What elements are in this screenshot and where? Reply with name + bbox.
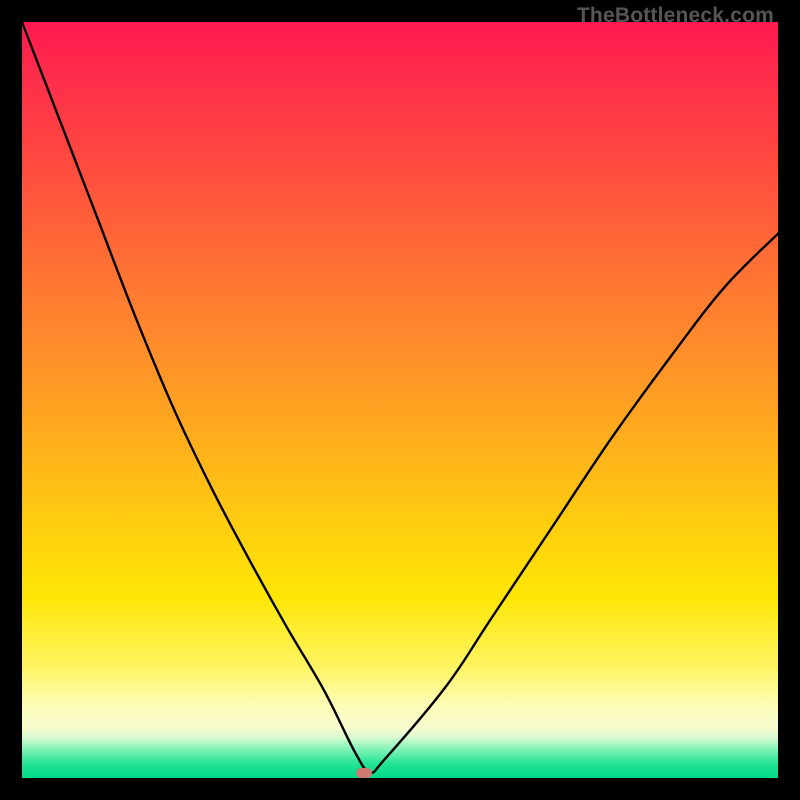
curve-path	[22, 22, 778, 773]
chart-canvas: TheBottleneck.com	[0, 0, 800, 800]
minimum-marker	[356, 768, 372, 778]
watermark-label: TheBottleneck.com	[577, 4, 774, 28]
bottleneck-curve	[22, 22, 778, 778]
plot-area	[22, 22, 778, 778]
